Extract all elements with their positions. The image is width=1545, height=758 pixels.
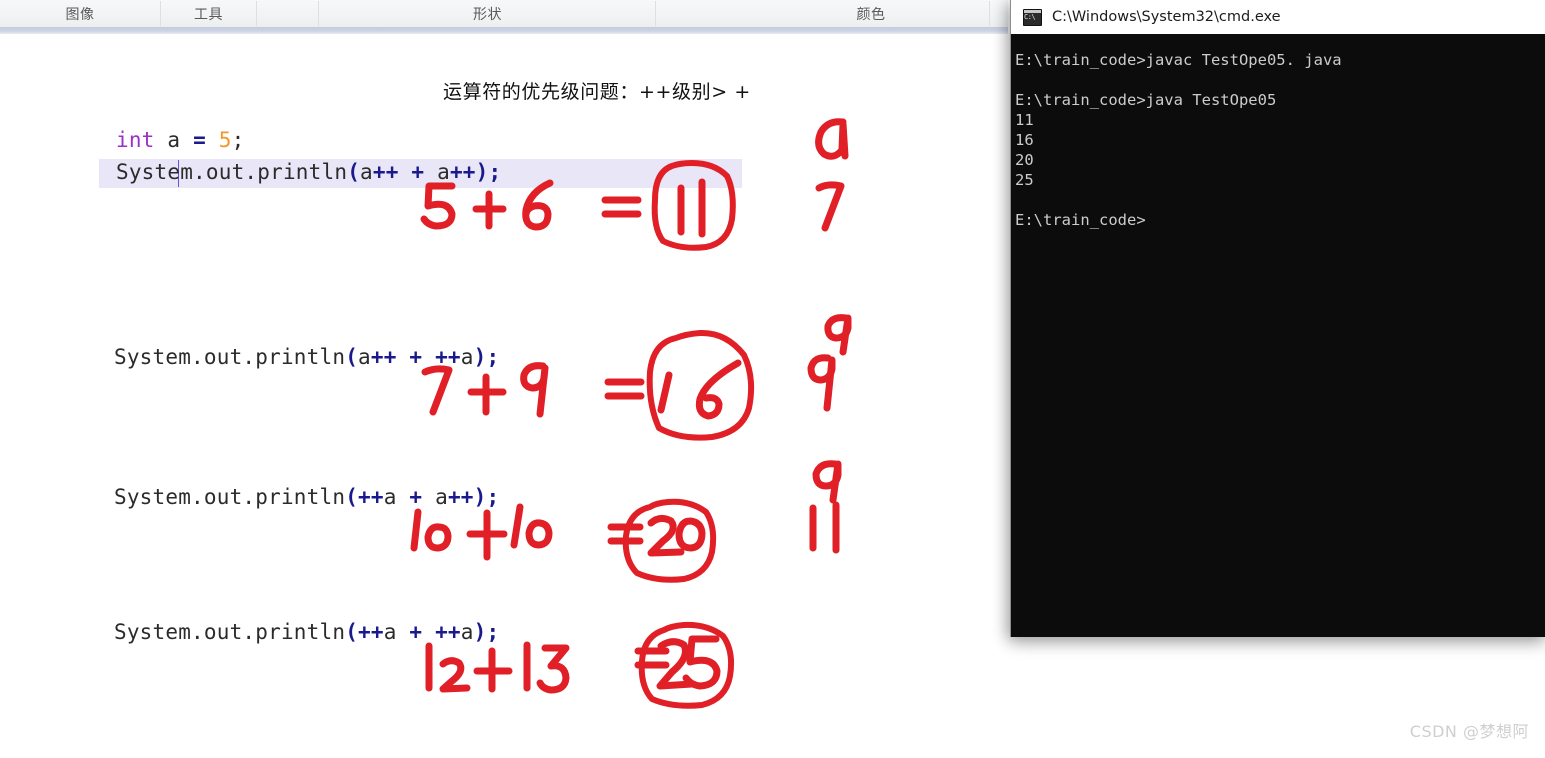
code-line-print-4[interactable]: System.out.println(++a + ++a); <box>114 620 499 644</box>
ribbon-separator-4 <box>989 1 990 26</box>
code-token: ++ <box>447 485 474 509</box>
ribbon-tab-image[interactable]: 图像 <box>0 0 160 27</box>
cmd-output-line-2: E:\train_code>java TestOpe05 <box>1015 91 1277 109</box>
annotation-row-3-margin-ink <box>809 460 842 554</box>
code-token: ( <box>345 620 359 644</box>
cmd-output-line-6: 25 <box>1015 171 1034 189</box>
ribbon-tab-tools[interactable]: 工具 <box>161 0 256 27</box>
ribbon-separator-3 <box>655 1 656 26</box>
cmd-output-line-7 <box>1013 190 1545 210</box>
code-token: a <box>460 345 474 369</box>
code-token: 5 <box>218 128 232 152</box>
code-token: ) <box>475 160 489 184</box>
code-token: ( <box>347 160 361 184</box>
cmd-icon-label: C:\ <box>1024 13 1036 21</box>
code-token: ++ <box>358 620 384 644</box>
code-token: a <box>383 485 397 509</box>
ribbon-separator-0 <box>160 1 161 26</box>
cmd-output-line-5: 20 <box>1015 151 1034 169</box>
code-token: a <box>460 620 474 644</box>
annotation-row-3-ink <box>410 498 717 583</box>
ribbon-tab-shapes[interactable]: 形状 <box>320 0 655 27</box>
code-token: ) <box>473 485 487 509</box>
code-token: ; <box>231 128 245 152</box>
code-token: a <box>360 160 373 184</box>
code-token: ; <box>486 345 500 369</box>
code-token: ++ <box>358 485 384 509</box>
code-token: a <box>424 160 450 184</box>
code-token: System.out.println <box>114 620 346 644</box>
code-token: + <box>409 485 423 509</box>
code-line-print-2[interactable]: System.out.println(a++ + ++a); <box>114 345 499 369</box>
csdn-watermark: CSDN @梦想阿 <box>1409 722 1529 741</box>
code-token: a <box>383 620 397 644</box>
code-token: System.out.println <box>116 160 348 184</box>
cmd-output-line-8: E:\train_code> <box>1015 211 1146 229</box>
code-token: a <box>358 345 371 369</box>
code-token: ++ <box>449 160 476 184</box>
code-token: int <box>116 128 155 152</box>
annotation-row-2-margin-ink <box>807 314 852 412</box>
cmd-output-line-4: 16 <box>1015 131 1034 149</box>
code-token: + <box>409 345 423 369</box>
code-token: + <box>409 620 423 644</box>
code-token: ( <box>345 345 359 369</box>
code-token: ( <box>345 485 359 509</box>
code-token: + <box>411 160 425 184</box>
ribbon-underline <box>0 27 1008 34</box>
code-token: ) <box>473 620 487 644</box>
handwritten-annotations-layer <box>410 118 852 709</box>
code-token: System.out.println <box>114 345 346 369</box>
ribbon-separator-2 <box>318 1 319 26</box>
cmd-title-bar[interactable]: C:\ C:\Windows\System32\cmd.exe <box>1011 0 1545 34</box>
code-token: a <box>154 128 194 152</box>
code-token: = <box>193 128 206 152</box>
cmd-output-line-3: 11 <box>1015 111 1034 129</box>
annotation-row-1-margin-ink <box>815 118 849 232</box>
code-token: ++ <box>435 620 461 644</box>
ribbon-separator-1 <box>256 1 257 26</box>
cmd-output-line-0: E:\train_code>javac TestOpe05. java <box>1015 51 1342 69</box>
command-prompt-window[interactable]: C:\ C:\Windows\System32\cmd.exe E:\train… <box>1010 0 1545 637</box>
cmd-console-output[interactable]: E:\train_code>javac TestOpe05. java E:\t… <box>1011 34 1545 637</box>
code-line-declaration[interactable]: int a = 5; <box>116 128 244 152</box>
code-token: ; <box>486 620 500 644</box>
code-token: ; <box>486 485 500 509</box>
code-token: ++ <box>435 345 461 369</box>
page-title: 运算符的优先级问题：++级别> + <box>443 81 751 103</box>
code-token: ) <box>473 345 487 369</box>
code-token: ++ <box>372 160 399 184</box>
code-line-print-1[interactable]: System.out.println(a++ + a++); <box>116 160 501 184</box>
code-token: a <box>422 485 448 509</box>
code-token: ; <box>488 160 502 184</box>
code-token: ++ <box>370 345 397 369</box>
paint-application-window: 图像 工具 形状 颜色 运算符的优先级问题：++级别> + int a = 5; Sys… <box>0 0 1008 758</box>
cmd-window-title: C:\Windows\System32\cmd.exe <box>1052 9 1281 25</box>
cmd-output-line-1 <box>1013 70 1545 90</box>
code-line-print-3[interactable]: System.out.println(++a + a++); <box>114 485 499 509</box>
code-token: System.out.println <box>114 485 346 509</box>
